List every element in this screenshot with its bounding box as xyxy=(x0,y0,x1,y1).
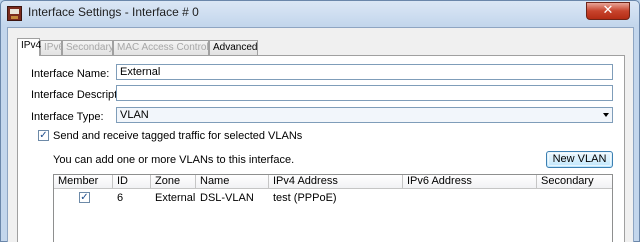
new-vlan-button[interactable]: New VLAN xyxy=(546,151,613,168)
interface-settings-dialog: Interface Settings - Interface # 0 ✕ IPv… xyxy=(0,0,640,242)
tab-secondary[interactable]: Secondary xyxy=(62,40,114,55)
tagged-traffic-checkbox[interactable]: ✓ xyxy=(38,130,49,141)
column-header-ipv6-address[interactable]: IPv6 Address xyxy=(403,175,537,189)
title-bar[interactable]: Interface Settings - Interface # 0 ✕ xyxy=(1,1,639,25)
column-header-id[interactable]: ID xyxy=(113,175,151,189)
interface-description-input[interactable] xyxy=(116,85,613,101)
column-header-ipv4-address[interactable]: IPv4 Address xyxy=(269,175,403,189)
tab-advanced[interactable]: Advanced xyxy=(209,40,258,55)
vlan-table: Member ID Zone Name IPv4 Address IPv6 Ad… xyxy=(53,174,613,242)
checkmark-icon: ✓ xyxy=(80,192,89,203)
interface-type-select[interactable]: VLAN xyxy=(116,107,613,123)
interface-name-input[interactable]: External xyxy=(116,64,613,80)
app-icon xyxy=(7,6,22,21)
window-title: Interface Settings - Interface # 0 xyxy=(28,5,199,19)
tab-mac-access-control[interactable]: MAC Access Control xyxy=(113,40,209,55)
column-header-member[interactable]: Member xyxy=(54,175,113,189)
vlan-id-cell: 6 xyxy=(117,192,124,204)
column-header-zone[interactable]: Zone xyxy=(151,175,196,189)
tab-ipv6[interactable]: IPv6 xyxy=(40,40,64,55)
tagged-traffic-label[interactable]: Send and receive tagged traffic for sele… xyxy=(53,130,302,142)
checkmark-icon: ✓ xyxy=(39,130,48,141)
interface-type-value: VLAN xyxy=(120,109,149,121)
column-header-name[interactable]: Name xyxy=(196,175,269,189)
vlan-name-cell: DSL-VLAN xyxy=(200,192,254,204)
column-header-secondary[interactable]: Secondary xyxy=(537,175,612,189)
chevron-down-icon xyxy=(603,113,609,117)
interface-type-label: Interface Type: xyxy=(31,111,104,123)
close-button[interactable]: ✕ xyxy=(586,2,630,20)
vlan-zone-cell: External xyxy=(155,192,196,204)
tab-ipv4[interactable]: IPv4 xyxy=(17,38,41,56)
vlan-hint-text: You can add one or more VLANs to this in… xyxy=(53,154,295,166)
interface-name-label: Interface Name: xyxy=(31,68,110,80)
vlan-ipv4-cell: test (PPPoE) xyxy=(273,192,337,204)
member-checkbox[interactable]: ✓ xyxy=(79,192,90,203)
